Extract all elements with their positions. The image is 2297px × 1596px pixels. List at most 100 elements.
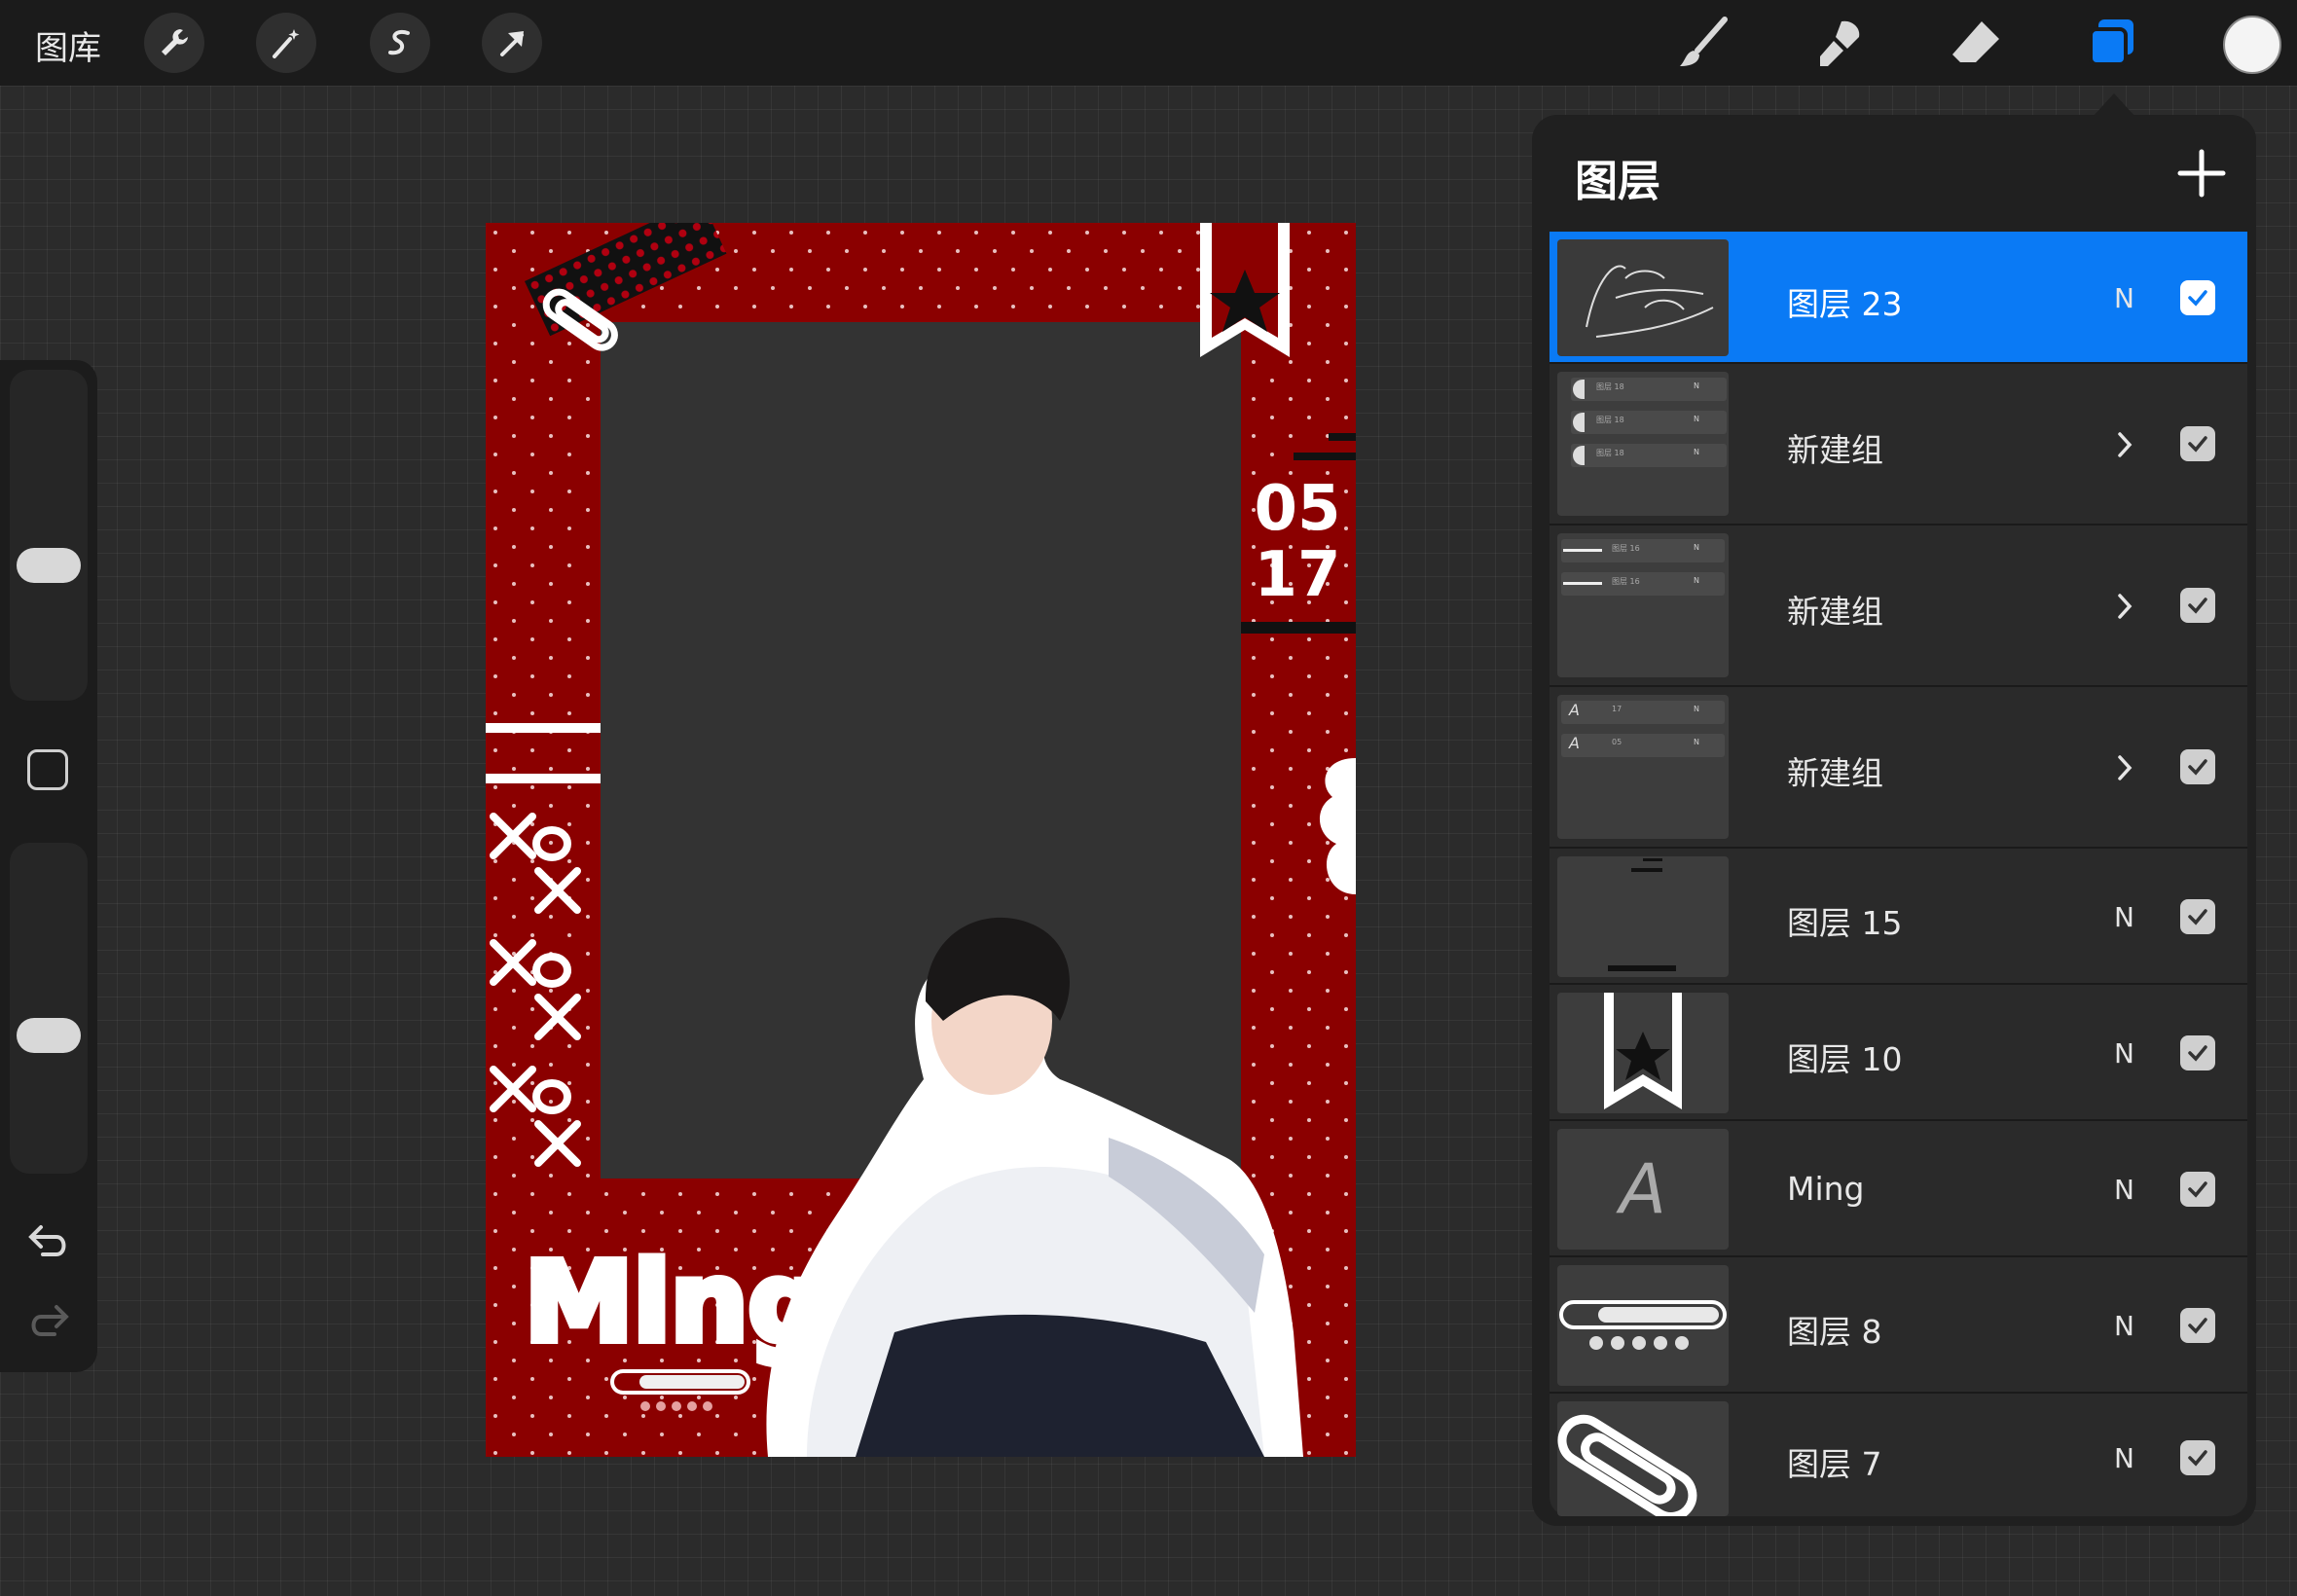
redo-button[interactable] [19,1296,78,1345]
eraser-tool-button[interactable] [1945,12,2007,74]
checkmark-icon [2188,290,2207,307]
layer-visibility-checkbox[interactable] [2180,426,2215,461]
layer-visibility-checkbox[interactable] [2180,588,2215,623]
undo-icon [28,1225,66,1256]
chevron-right-icon[interactable] [2112,751,2137,784]
eraser-icon [1952,21,1999,62]
opacity-knob[interactable] [17,1018,81,1053]
layer-visibility-checkbox[interactable] [2180,1440,2215,1475]
group-thumbnail: A A 17 05 N N [1557,695,1729,839]
layer-thumbnail [1557,1265,1729,1386]
brush-size-slider[interactable] [10,370,88,701]
layer-visibility-checkbox[interactable] [2180,280,2215,315]
artwork-date-day: 17 [1254,539,1340,611]
layer-visibility-checkbox[interactable] [2180,1308,2215,1343]
group-thumb-row-mode: N [1694,381,1699,390]
checkmark-icon [2188,598,2207,614]
blend-mode-button[interactable]: N [2114,282,2134,314]
selection-icon [388,30,410,55]
group-thumb-row-label: 17 [1612,705,1622,713]
layer-row[interactable]: A Ming N [1550,1121,2247,1257]
layer-thumbnail [1557,1401,1729,1516]
layer-name: 图层 7 [1787,1445,1882,1483]
group-thumbnail: 图层 16 图层 16 N N [1557,533,1729,677]
group-thumb-row-mode: N [1694,543,1699,552]
magic-wand-icon [273,29,300,58]
selection-button[interactable] [370,13,430,73]
text-layer-icon: A [1569,701,1580,719]
group-thumb-row-label: 图层 16 [1612,577,1640,586]
chevron-right-icon[interactable] [2112,428,2137,461]
layer-group-name: 新建组 [1787,754,1883,792]
artwork-date-month: 05 [1254,473,1340,545]
layer-group-name: 新建组 [1787,593,1883,631]
opacity-slider[interactable] [10,843,88,1174]
checkmark-icon [2188,759,2207,776]
layer-visibility-checkbox[interactable] [2180,899,2215,934]
plus-icon [2177,149,2226,198]
layer-group-row[interactable]: 图层 16 图层 16 N N 新建组 [1550,526,2247,687]
transform-button[interactable] [482,13,542,73]
layer-group-row[interactable]: 图层 18 图层 18 图层 18 N N N 新建组 [1550,364,2247,526]
smudge-tool-button[interactable] [1808,12,1871,74]
progress-bar-thumbnail [1559,1300,1727,1350]
transform-arrow-icon [500,31,524,56]
layer-group-row[interactable]: A A 17 05 N N 新建组 [1550,687,2247,849]
layers-tool-button[interactable] [2081,12,2143,74]
group-thumb-row-mode: N [1694,415,1699,423]
group-thumb-row-label: 图层 18 [1596,449,1624,457]
checkmark-icon [2188,436,2207,453]
blend-mode-button[interactable]: N [2114,1037,2134,1070]
layer-visibility-checkbox[interactable] [2180,749,2215,784]
blend-mode-button[interactable]: N [2114,1174,2134,1206]
paperclip-thumbnail [1557,1414,1697,1516]
artwork-canvas[interactable]: 05 17 Ming [486,199,1356,1457]
layers-panel: 图层 图层 23 N 图层 18 图层 18 图层 18 N N N 新建组 图… [1532,115,2256,1526]
brush-tool-button[interactable] [1672,12,1734,74]
layer-name: Ming [1787,1170,1865,1208]
gallery-button[interactable]: 图库 [35,21,101,69]
brush-icon [1680,17,1728,66]
modify-button[interactable] [27,749,68,790]
layer-row[interactable]: 图层 7 N [1550,1394,2247,1516]
layer-visibility-checkbox[interactable] [2180,1035,2215,1070]
undo-button[interactable] [19,1216,78,1265]
group-thumb-row-mode: N [1694,448,1699,456]
layer-name: 图层 8 [1787,1313,1882,1351]
brush-size-knob[interactable] [17,548,81,583]
star-bookmark-thumbnail [1604,993,1682,1109]
adjustments-button[interactable] [256,13,316,73]
group-thumb-row-mode: N [1694,705,1699,713]
smudge-icon [1820,20,1860,66]
chevron-right-icon[interactable] [2112,590,2137,623]
color-picker-button[interactable] [2223,16,2281,74]
layer-name: 图层 23 [1787,285,1903,323]
layer-row[interactable]: 图层 15 N [1550,849,2247,985]
blend-mode-button[interactable]: N [2114,1442,2134,1474]
group-thumb-row-label: 图层 18 [1596,382,1624,391]
add-layer-button[interactable] [2170,142,2233,204]
layer-row[interactable]: 图层 23 N [1550,232,2247,364]
group-thumb-row-mode: N [1694,738,1699,746]
blend-mode-button[interactable]: N [2114,1310,2134,1342]
group-thumbnail: 图层 18 图层 18 图层 18 N N N [1557,372,1729,516]
group-thumb-row-label: 图层 18 [1596,416,1624,424]
checkmark-icon [2188,1450,2207,1467]
group-thumb-row-label: 图层 16 [1612,544,1640,553]
left-sidebar [0,360,97,1372]
text-layer-icon: A [1569,734,1580,752]
checkmark-icon [2188,909,2207,925]
layer-row[interactable]: 图层 8 N [1550,1257,2247,1394]
layer-name: 图层 15 [1787,904,1903,942]
actions-wrench-button[interactable] [144,13,204,73]
checkmark-icon [2188,1318,2207,1334]
checkmark-icon [2188,1181,2207,1198]
group-thumb-row-mode: N [1694,576,1699,585]
layer-visibility-checkbox[interactable] [2180,1172,2215,1207]
layer-thumbnail [1557,239,1729,356]
artwork-graphic: 05 17 Ming [486,199,1356,1457]
group-thumb-row-label: 05 [1612,738,1622,746]
layer-row[interactable]: 图层 10 N [1550,985,2247,1121]
blend-mode-button[interactable]: N [2114,901,2134,933]
layers-icon [2089,19,2133,66]
